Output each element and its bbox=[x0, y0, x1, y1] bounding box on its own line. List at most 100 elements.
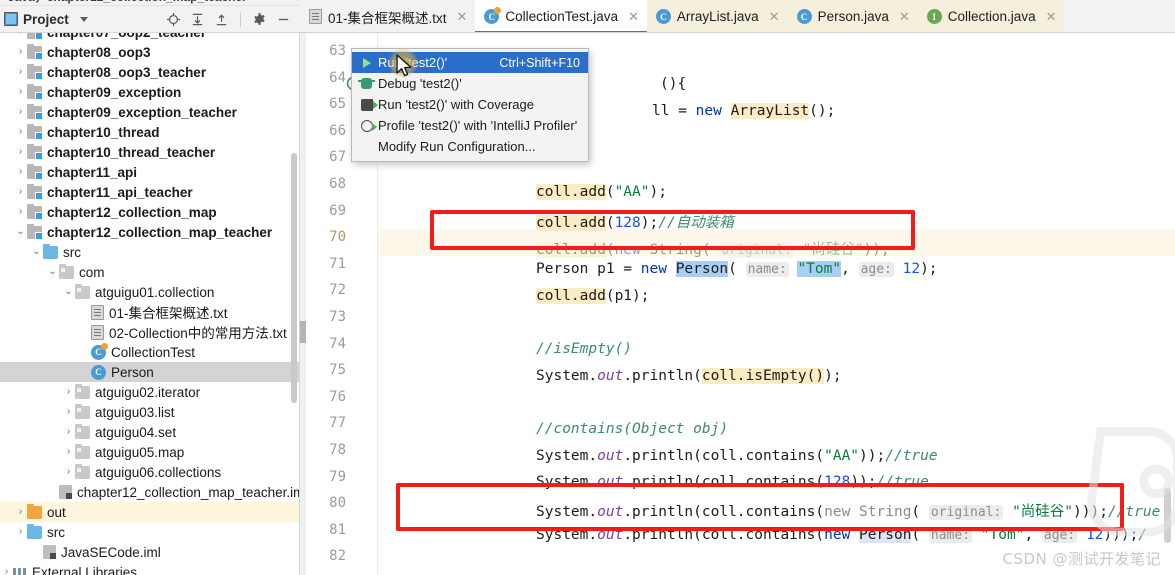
tab-arraylist-java[interactable]: C ArrayList.java ✕ bbox=[646, 0, 788, 32]
gear-icon[interactable] bbox=[252, 12, 267, 27]
chevron-right-icon[interactable]: › bbox=[14, 127, 27, 137]
tree-node[interactable]: › JavaSECode.iml bbox=[0, 542, 299, 562]
chevron-right-icon[interactable]: › bbox=[46, 487, 59, 497]
close-icon[interactable]: ✕ bbox=[457, 10, 468, 23]
tree-node[interactable]: ⌄ com bbox=[0, 262, 299, 282]
menu-item-profile-intellij-profiler[interactable]: Profile 'test2()' with 'IntelliJ Profile… bbox=[352, 115, 588, 136]
chevron-right-icon[interactable]: › bbox=[62, 447, 75, 457]
minimize-icon[interactable] bbox=[276, 12, 291, 27]
chevron-right-icon[interactable]: › bbox=[62, 407, 75, 417]
chevron-right-icon[interactable]: › bbox=[14, 207, 27, 217]
chevron-right-icon[interactable]: › bbox=[14, 33, 27, 37]
chevron-down-icon[interactable]: ⌄ bbox=[62, 287, 75, 297]
java-interface-icon: I bbox=[926, 9, 942, 24]
collapse-all-icon[interactable] bbox=[214, 12, 229, 27]
tree-node[interactable]: › atguigu06.collections bbox=[0, 462, 299, 482]
tree-node[interactable]: ⌄ src bbox=[0, 242, 299, 262]
tree-node[interactable]: › chapter10_thread_teacher bbox=[0, 142, 299, 162]
tree-node[interactable]: › atguigu03.list bbox=[0, 402, 299, 422]
tab-collection-java[interactable]: I Collection.java ✕ bbox=[917, 0, 1065, 32]
line-number: 70 bbox=[329, 229, 346, 246]
tree-node[interactable]: › chapter11_api_teacher bbox=[0, 182, 299, 202]
code-line-73: //isEmpty() bbox=[536, 341, 633, 357]
chevron-right-icon[interactable]: › bbox=[14, 527, 27, 537]
chevron-right-icon[interactable]: › bbox=[78, 347, 91, 357]
tab-01-collection-overview-txt[interactable]: 01-集合框架概述.txt ✕ bbox=[300, 0, 476, 32]
tree-node[interactable]: › chapter09_exception_teacher bbox=[0, 102, 299, 122]
menu-item-modify-run-configuration[interactable]: Modify Run Configuration... bbox=[352, 136, 588, 157]
chevron-down-icon[interactable] bbox=[79, 16, 88, 22]
chevron-right-icon[interactable]: › bbox=[30, 547, 43, 557]
chevron-right-icon[interactable]: › bbox=[14, 187, 27, 197]
tree-node[interactable]: › chapter12_collection_map bbox=[0, 202, 299, 222]
tree-node[interactable]: › chapter08_oop3 bbox=[0, 42, 299, 62]
project-panel-title-group[interactable]: Project bbox=[4, 12, 88, 27]
tree-node[interactable]: › chapter08_oop3_teacher bbox=[0, 62, 299, 82]
tree-node[interactable]: › 01-集合框架概述.txt bbox=[0, 302, 299, 322]
code-line-68: coll.add(128);//自动装箱 bbox=[536, 215, 734, 231]
gutter-band bbox=[300, 33, 306, 575]
menu-item-run-test2[interactable]: Run 'test2()' Ctrl+Shift+F10 bbox=[352, 52, 588, 73]
chevron-right-icon[interactable]: › bbox=[14, 167, 27, 177]
tree-node[interactable]: ›CCollectionTest bbox=[0, 342, 299, 362]
tab-person-java[interactable]: C Person.java ✕ bbox=[787, 0, 918, 32]
chevron-right-icon[interactable]: › bbox=[14, 507, 27, 517]
chevron-right-icon[interactable]: › bbox=[78, 367, 91, 377]
menu-item-debug-test2[interactable]: Debug 'test2()' bbox=[352, 73, 588, 94]
code-line-67: coll.add("AA"); bbox=[536, 184, 667, 200]
locate-icon[interactable] bbox=[166, 12, 181, 27]
tree-node-label: out bbox=[47, 504, 66, 520]
source-folder-icon bbox=[27, 523, 42, 539]
tree-node[interactable]: › External Libraries bbox=[0, 562, 299, 575]
project-tree[interactable]: ›chapter07_oop2_teacher›chapter08_oop3›c… bbox=[0, 33, 300, 575]
chevron-down-icon[interactable]: ⌄ bbox=[46, 267, 59, 277]
tree-node[interactable]: › chapter11_api bbox=[0, 162, 299, 182]
menu-item-run-with-coverage[interactable]: Run 'test2()' with Coverage bbox=[352, 94, 588, 115]
chevron-right-icon[interactable]: › bbox=[78, 327, 91, 337]
module-folder-icon bbox=[27, 143, 43, 160]
run-context-menu[interactable]: Run 'test2()' Ctrl+Shift+F10 Debug 'test… bbox=[351, 48, 589, 162]
tree-node[interactable]: › chapter09_exception bbox=[0, 82, 299, 102]
tree-node[interactable]: › 02-Collection中的常用方法.txt bbox=[0, 322, 299, 342]
chevron-right-icon[interactable]: › bbox=[78, 307, 91, 317]
chevron-right-icon[interactable]: › bbox=[14, 67, 27, 77]
chevron-right-icon[interactable]: › bbox=[62, 387, 75, 397]
tree-node[interactable]: › src bbox=[0, 522, 299, 542]
close-icon[interactable]: ✕ bbox=[1046, 10, 1057, 23]
chevron-right-icon[interactable]: › bbox=[14, 87, 27, 97]
close-icon[interactable]: ✕ bbox=[899, 10, 910, 23]
chevron-right-icon[interactable]: › bbox=[62, 427, 75, 437]
tree-node[interactable]: › atguigu02.iterator bbox=[0, 382, 299, 402]
chevron-down-icon[interactable]: ⌄ bbox=[30, 247, 43, 257]
chevron-right-icon[interactable]: › bbox=[14, 147, 27, 157]
close-icon[interactable]: ✕ bbox=[628, 10, 639, 23]
chevron-down-icon[interactable]: ⌄ bbox=[14, 227, 27, 237]
tree-node-label: 02-Collection中的常用方法.txt bbox=[109, 326, 287, 341]
editor-scrollbar[interactable] bbox=[1164, 488, 1171, 543]
tree-node[interactable]: › atguigu04.set bbox=[0, 422, 299, 442]
tree-node[interactable]: › chapter07_oop2_teacher bbox=[0, 33, 299, 42]
source-folder-icon bbox=[43, 243, 58, 259]
chevron-right-icon[interactable]: › bbox=[62, 467, 75, 477]
chevron-right-icon[interactable]: › bbox=[14, 47, 27, 57]
expand-all-icon[interactable] bbox=[190, 12, 205, 27]
tree-node[interactable]: ⌄ atguigu01.collection bbox=[0, 282, 299, 302]
tree-node[interactable]: › atguigu05.map bbox=[0, 442, 299, 462]
chevron-right-icon[interactable]: › bbox=[0, 567, 13, 575]
close-icon[interactable]: ✕ bbox=[769, 10, 780, 23]
tree-node[interactable]: ⌄ chapter12_collection_map_teacher bbox=[0, 222, 299, 242]
project-tree-scrollbar[interactable] bbox=[291, 153, 297, 403]
tree-node[interactable]: ›C Person bbox=[0, 362, 299, 382]
tree-node[interactable]: › out bbox=[0, 502, 299, 522]
code-line-80: System.out.println(coll.contains(new Per… bbox=[536, 527, 1148, 543]
tab-collectiontest-java[interactable]: C CollectionTest.java ✕ bbox=[475, 0, 648, 32]
module-folder-icon bbox=[27, 33, 43, 40]
chevron-right-icon[interactable]: › bbox=[14, 107, 27, 117]
tree-node-label: atguigu02.iterator bbox=[95, 384, 201, 400]
tree-node[interactable]: › chapter10_thread bbox=[0, 122, 299, 142]
iml-file-icon bbox=[43, 545, 56, 559]
gutter-scroll-thumb[interactable] bbox=[300, 321, 306, 343]
package-icon bbox=[75, 463, 90, 479]
tree-node[interactable]: › chapter12_collection_map_teacher.iml bbox=[0, 482, 299, 502]
tree-node-label: chapter12_collection_map_teacher.iml bbox=[77, 484, 300, 500]
